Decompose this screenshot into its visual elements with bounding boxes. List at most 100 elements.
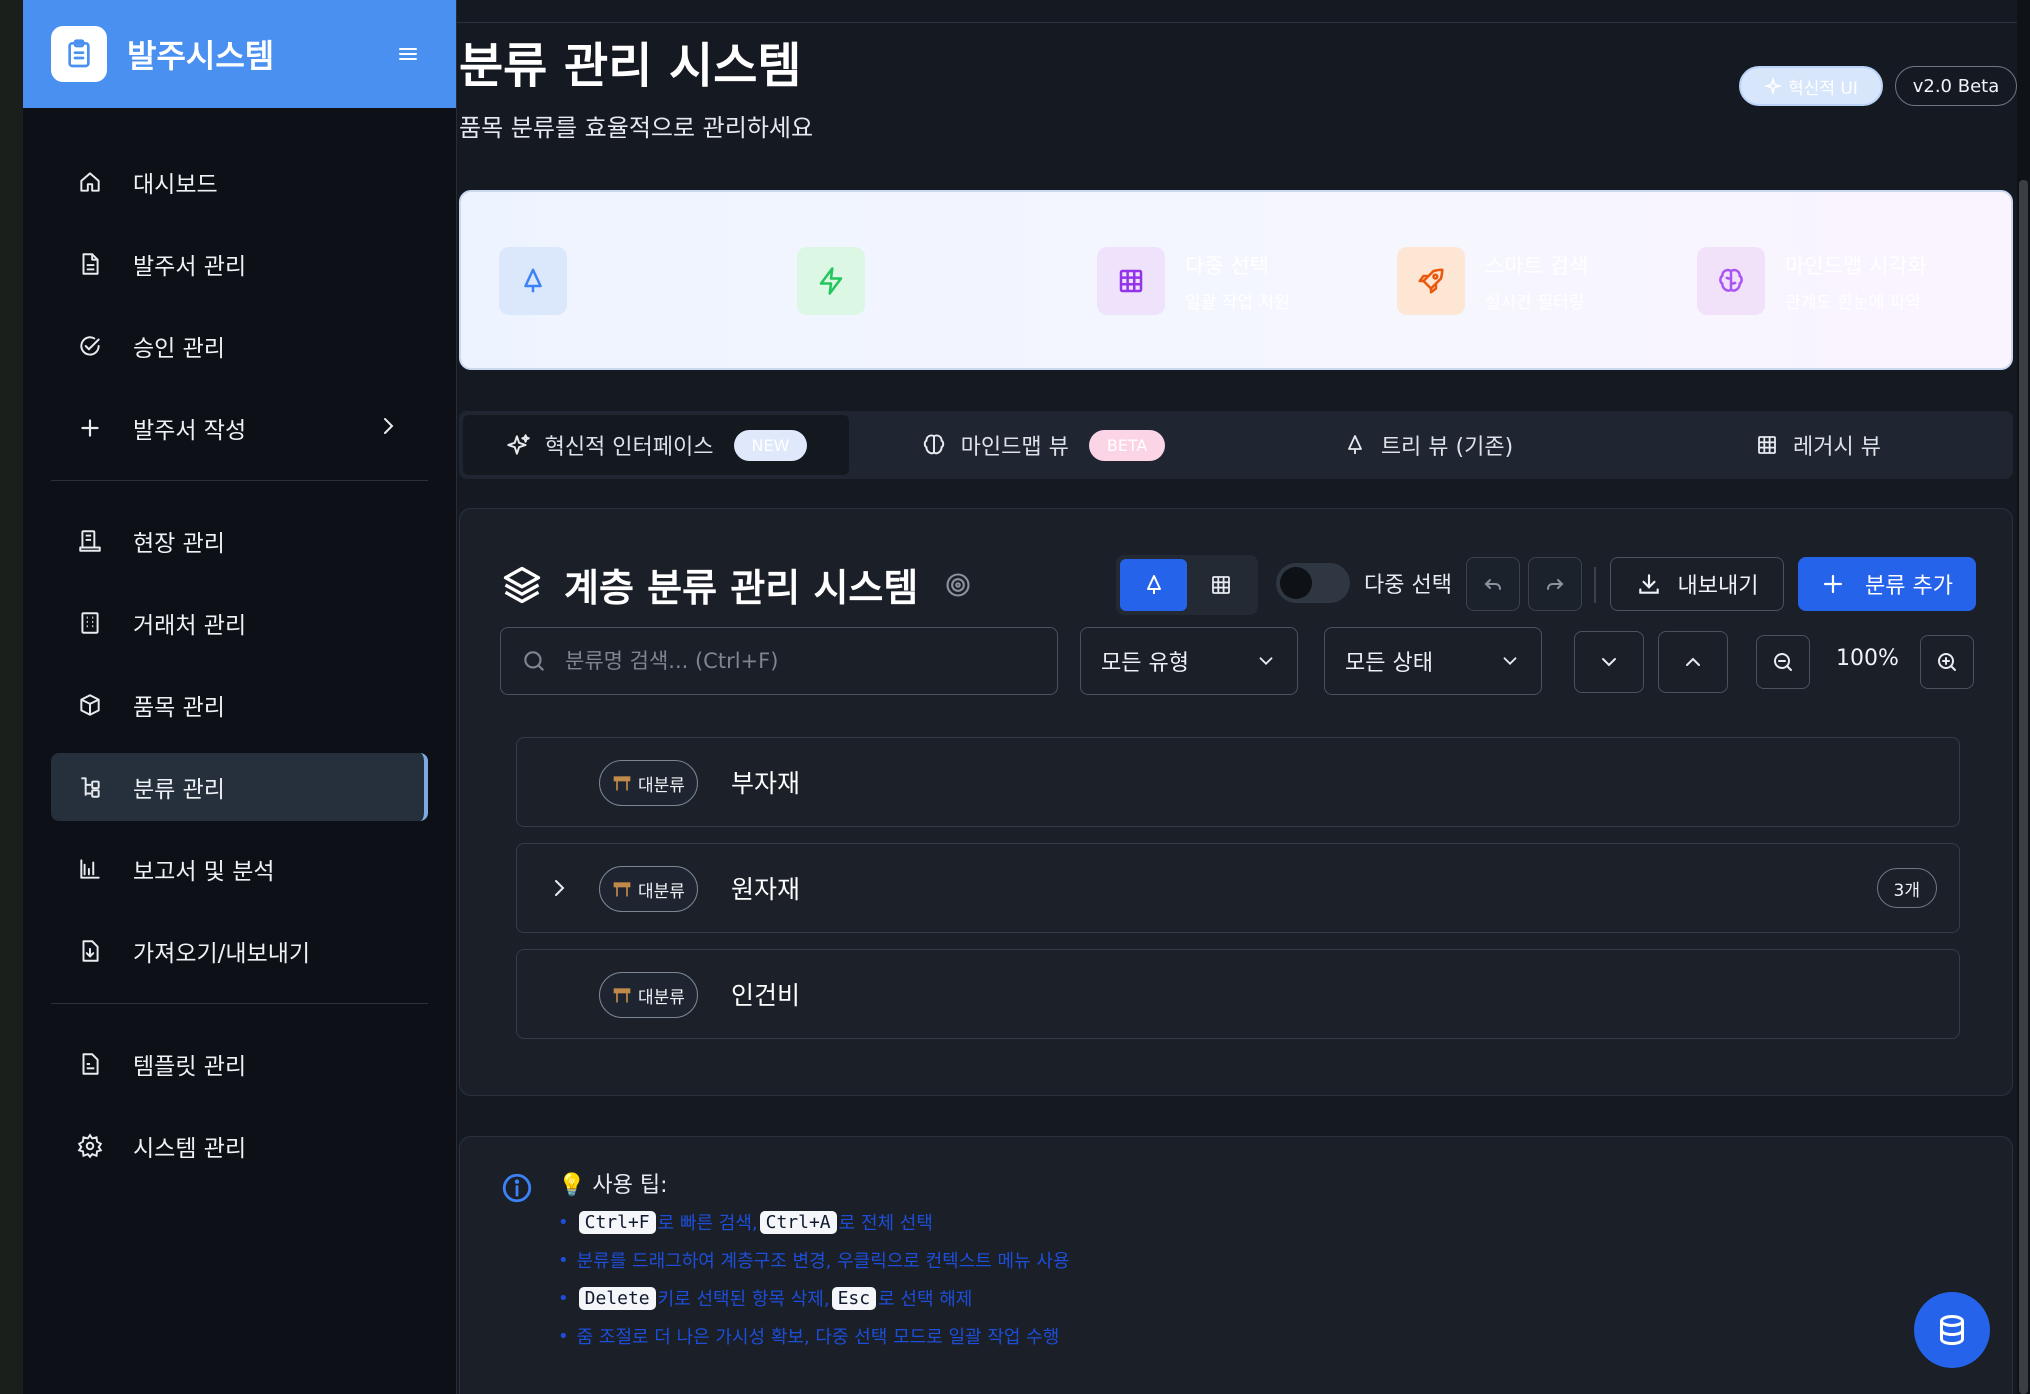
tab-legacy[interactable]: 레거시 뷰 — [1623, 411, 2013, 479]
feature-item — [797, 247, 865, 315]
tip-item: • 분류를 드래그하여 계층구조 변경, 우클릭으로 컨텍스트 메뉴 사용 — [558, 1247, 1070, 1273]
database-icon — [1940, 1315, 1964, 1346]
sidebar-item-label: 템플릿 관리 — [133, 1054, 247, 1080]
chevron-right-icon[interactable] — [376, 414, 400, 444]
export-label: 내보내기 — [1677, 574, 1759, 599]
grid-icon — [1755, 433, 1779, 457]
feature-name: 다중 선택 — [1185, 253, 1269, 278]
sidebar-item-approvals[interactable]: 승인 관리 — [51, 312, 428, 380]
layers-icon — [500, 563, 544, 607]
toolbar-divider — [1594, 567, 1596, 603]
expand-all-button[interactable] — [1574, 631, 1644, 693]
target-icon — [944, 571, 972, 599]
feature-text: 다중 선택 일괄 작업 지원 — [1185, 250, 1290, 313]
toggle-knob — [1280, 567, 1312, 599]
tab-innovative[interactable]: 혁신적 인터페이스 NEW — [463, 415, 849, 475]
sidebar-item-orders[interactable]: 발주서 관리 — [51, 230, 428, 298]
category-name: 부자재 — [731, 769, 801, 798]
sidebar-item-system[interactable]: 시스템 관리 — [51, 1112, 428, 1180]
menu-toggle-icon[interactable] — [388, 34, 428, 74]
sidebar-item-dashboard[interactable]: 대시보드 — [51, 148, 428, 216]
chevron-up-icon — [1686, 657, 1700, 666]
hierarchy-icon — [75, 772, 105, 802]
sidebar-item-label: 발주서 관리 — [133, 254, 247, 280]
category-row[interactable]: 대분류 부자재 — [516, 737, 1960, 827]
zoom-in-button[interactable] — [1920, 635, 1974, 689]
box-icon — [75, 690, 105, 720]
search-input[interactable] — [565, 649, 1045, 673]
status-filter-value: 모든 상태 — [1345, 651, 1433, 676]
feature-desc: 일괄 작업 지원 — [1185, 292, 1290, 313]
grid-view-button[interactable] — [1187, 559, 1254, 611]
sidebar-item-items[interactable]: 품목 관리 — [51, 671, 428, 739]
export-button[interactable]: 내보내기 — [1610, 557, 1784, 611]
page-subtitle: 품목 분류를 효율적으로 관리하세요 — [459, 114, 814, 142]
multi-select-toggle[interactable] — [1276, 563, 1350, 603]
zoom-out-icon — [1774, 653, 1792, 671]
undo-button[interactable] — [1466, 557, 1520, 611]
page-title: 분류 관리 시스템 — [459, 38, 802, 94]
chevron-right-icon[interactable] — [547, 876, 571, 900]
category-row[interactable]: 대분류 인건비 — [516, 949, 1960, 1039]
tree-icon — [499, 247, 567, 315]
view-tabs: 혁신적 인터페이스 NEW 마인드맵 뷰 BETA 트리 뷰 (기존) 레거시 … — [459, 411, 2013, 479]
app-title: 발주시스템 — [127, 37, 275, 75]
sidebar-item-reports[interactable]: 보고서 및 분석 — [51, 835, 428, 903]
construction-icon — [612, 773, 632, 793]
feature-text: 스마트 검색 실시간 필터링 — [1485, 250, 1588, 313]
sidebar-item-import-export[interactable]: 가져오기/내보내기 — [51, 917, 428, 985]
window-edge — [0, 0, 23, 1394]
version-badge: v2.0 Beta — [1895, 66, 2017, 106]
sidebar-item-categories[interactable]: 분류 관리 — [51, 753, 428, 821]
feature-item — [499, 247, 567, 315]
tab-mindmap[interactable]: 마인드맵 뷰 BETA — [853, 411, 1233, 479]
category-row[interactable]: 대분류 원자재 3개 — [516, 843, 1960, 933]
sidebar-item-label: 승인 관리 — [133, 336, 225, 362]
collapse-all-button[interactable] — [1658, 631, 1728, 693]
innovative-ui-text: 혁신적 UI — [1788, 78, 1858, 99]
chevron-down-icon — [1503, 657, 1517, 666]
new-badge: NEW — [733, 429, 808, 461]
construction-icon — [612, 879, 632, 899]
redo-icon — [1547, 579, 1564, 590]
zoom-level: 100% — [1836, 646, 1899, 671]
scrollbar-thumb[interactable] — [2019, 180, 2028, 1394]
category-panel: 계층 분류 관리 시스템 다중 선택 내보내기 분류 추가 모든 유형 — [459, 508, 2013, 1096]
type-filter-select[interactable]: 모든 유형 — [1080, 627, 1298, 695]
sparkle-icon — [505, 432, 531, 458]
category-level-badge: 대분류 — [599, 866, 698, 912]
sidebar-item-label: 분류 관리 — [133, 777, 225, 803]
tip-text: 로 선택 해제 — [878, 1289, 973, 1310]
sidebar-item-templates[interactable]: 템플릿 관리 — [51, 1030, 428, 1098]
site-icon — [75, 526, 105, 556]
sidebar-item-vendors[interactable]: 거래처 관리 — [51, 589, 428, 657]
sidebar-item-sites[interactable]: 현장 관리 — [51, 507, 428, 575]
category-name: 원자재 — [731, 875, 801, 904]
panel-title-text: 계층 분류 관리 시스템 — [564, 566, 919, 610]
category-level-label: 대분류 — [638, 775, 685, 796]
sidebar-item-label: 시스템 관리 — [133, 1136, 247, 1162]
tab-label: 레거시 뷰 — [1793, 435, 1881, 460]
tree-view-button[interactable] — [1120, 559, 1187, 611]
beta-badge: BETA — [1088, 429, 1166, 461]
tab-tree[interactable]: 트리 뷰 (기존) — [1233, 411, 1623, 479]
tip-text: 줌 조절로 더 나은 가시성 확보, 다중 선택 모드로 일괄 작업 수행 — [576, 1327, 1060, 1348]
add-category-button[interactable]: 분류 추가 — [1798, 557, 1976, 611]
main-content: 분류 관리 시스템 품목 분류를 효율적으로 관리하세요 혁신적 UI v2.0… — [457, 0, 2017, 1394]
zoom-out-button[interactable] — [1756, 635, 1810, 689]
tip-text: 로 전체 선택 — [838, 1213, 933, 1234]
grid-icon — [1097, 247, 1165, 315]
tab-label: 트리 뷰 (기존) — [1380, 435, 1514, 460]
info-icon — [500, 1171, 534, 1205]
template-icon — [75, 1049, 105, 1079]
database-fab-button[interactable] — [1914, 1292, 1990, 1368]
redo-button[interactable] — [1528, 557, 1582, 611]
tip-bullet: • — [558, 1325, 569, 1347]
search-icon — [524, 651, 544, 671]
sidebar-item-create-order[interactable]: 발주서 작성 — [51, 394, 428, 462]
sidebar-divider — [51, 480, 428, 481]
innovative-ui-badge: 혁신적 UI — [1739, 66, 1883, 106]
top-divider — [457, 22, 2017, 23]
sidebar-item-label: 거래처 관리 — [133, 613, 247, 639]
status-filter-select[interactable]: 모든 상태 — [1324, 627, 1542, 695]
